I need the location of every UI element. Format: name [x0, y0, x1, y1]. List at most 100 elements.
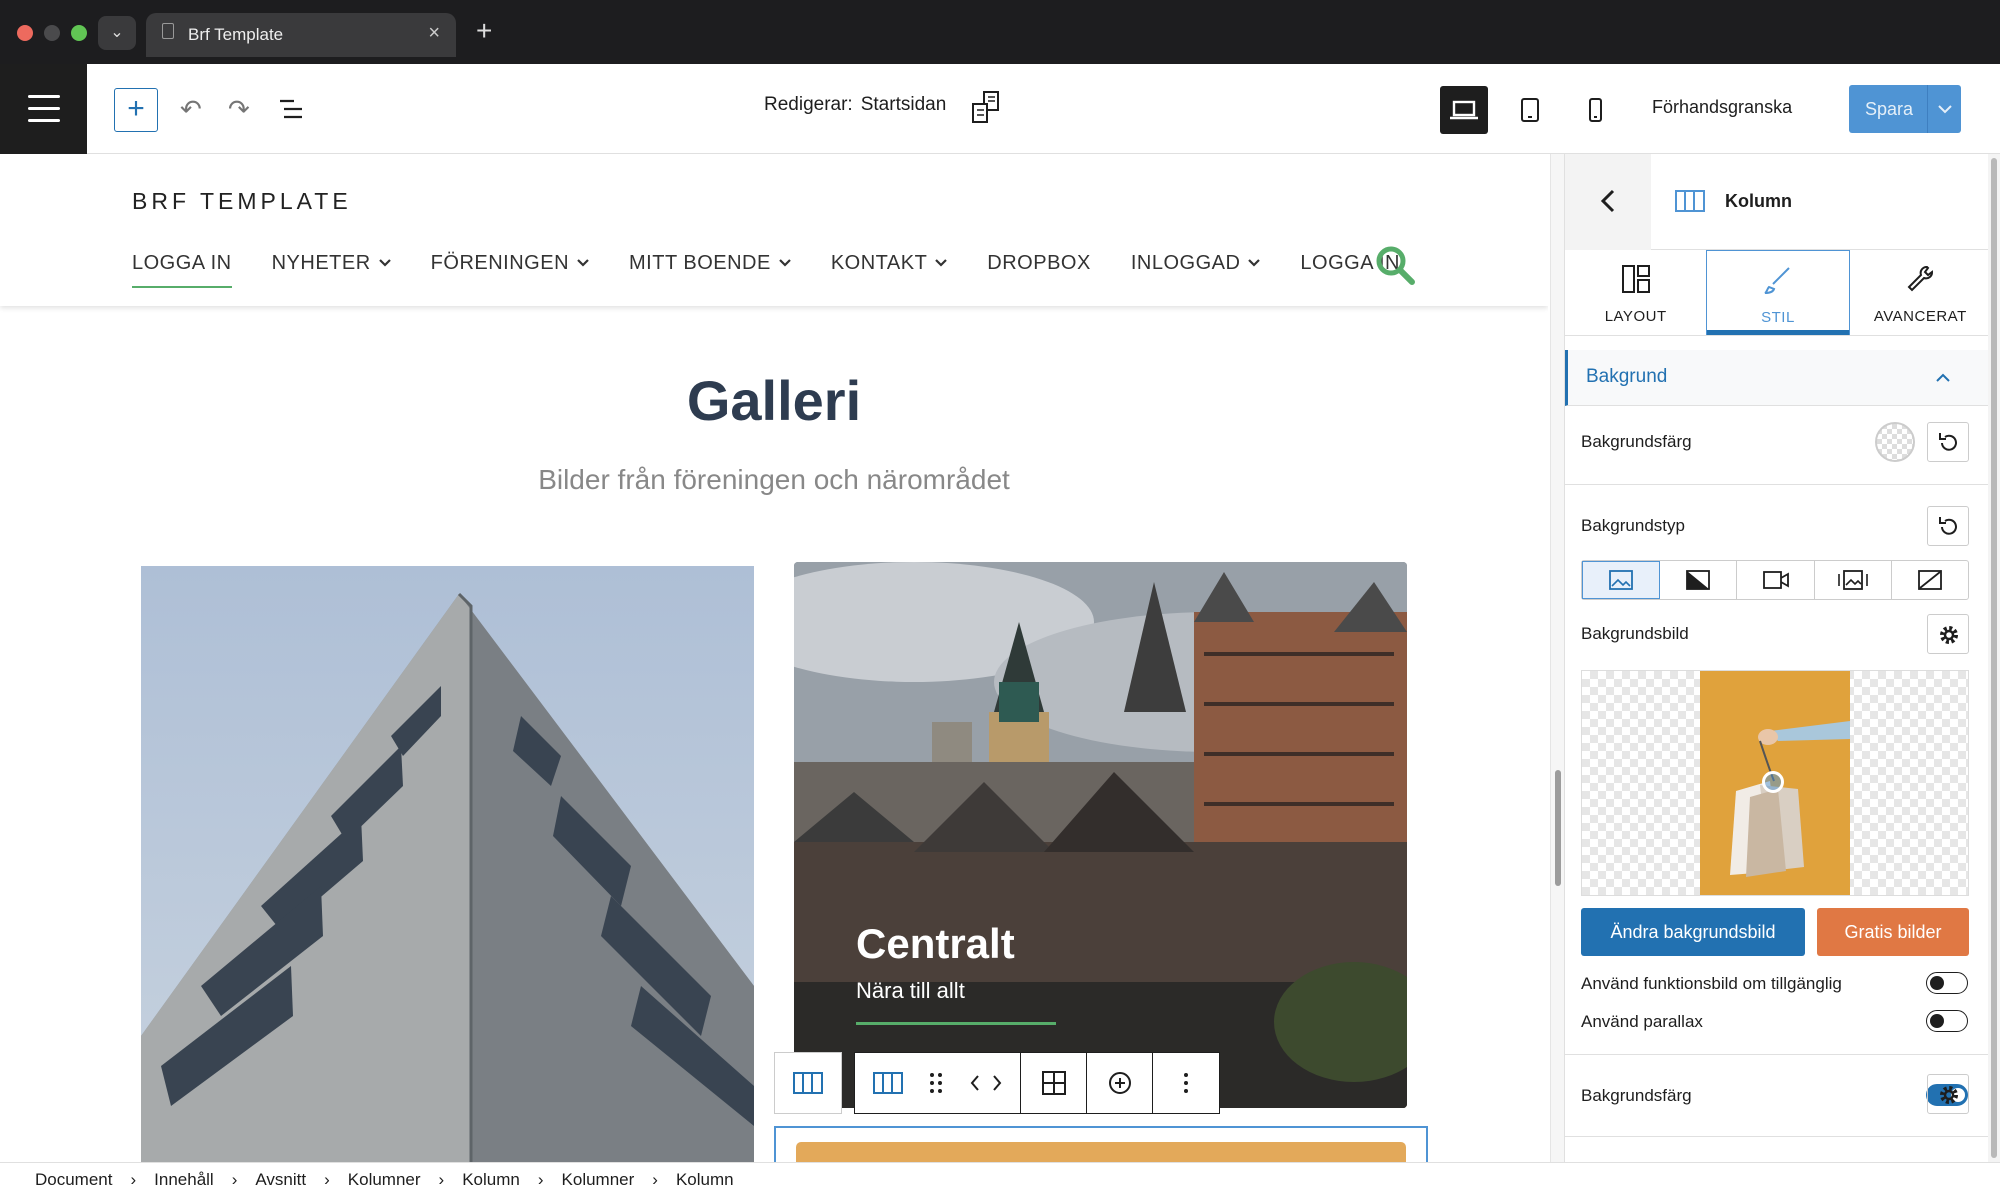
gallery-title[interactable]: Galleri: [0, 368, 1548, 433]
sidebar-scrollbar-thumb[interactable]: [1991, 158, 1997, 1158]
editing-page-name[interactable]: Startsidan: [861, 94, 947, 115]
more-options-button[interactable]: [1153, 1053, 1219, 1113]
nav-item[interactable]: LOGGA IN: [132, 252, 232, 288]
change-bg-image-button[interactable]: Ändra bakgrundsbild: [1581, 908, 1805, 956]
save-label: Spara: [1865, 99, 1914, 119]
chevron-down-icon: [577, 254, 589, 270]
bg-type-slideshow[interactable]: [1815, 561, 1892, 599]
preview-button[interactable]: Förhandsgranska: [1652, 97, 1792, 118]
block-controls-group: [854, 1052, 1220, 1114]
back-button[interactable]: [1565, 154, 1651, 250]
breadcrumb-item[interactable]: Kolumner: [348, 1170, 421, 1190]
use-featured-image-toggle[interactable]: [1926, 972, 1968, 994]
editor-canvas[interactable]: BRF TEMPLATE LOGGA IN NYHETER FÖRENINGEN MI…: [0, 154, 1548, 1162]
nav-item-label: LOGGA IN: [132, 252, 232, 274]
tab-list-button[interactable]: ⌄: [98, 16, 136, 50]
close-tab-icon[interactable]: ×: [428, 22, 440, 45]
list-view-icon[interactable]: [278, 98, 304, 120]
slideshow-icon: [1837, 570, 1868, 590]
nav-item[interactable]: KONTAKT: [831, 252, 948, 275]
tablet-icon: [1521, 98, 1539, 122]
breadcrumb-item[interactable]: Kolumn: [676, 1170, 734, 1190]
undo-icon[interactable]: ↶: [180, 92, 202, 126]
video-icon: [1762, 571, 1789, 589]
document-switch-icon[interactable]: [970, 90, 1002, 126]
drag-handle-icon[interactable]: [921, 1053, 951, 1113]
site-title[interactable]: BRF TEMPLATE: [132, 188, 352, 215]
use-parallax-label: Använd parallax: [1581, 1012, 1703, 1031]
mobile-view-button[interactable]: [1571, 86, 1619, 134]
nav-item[interactable]: INLOGGAD: [1131, 252, 1261, 275]
tab-style[interactable]: STIL: [1706, 250, 1850, 335]
breadcrumb-item[interactable]: Kolumn: [462, 1170, 520, 1190]
bg-type-image[interactable]: [1582, 561, 1661, 599]
move-left-right-button[interactable]: [951, 1053, 1021, 1113]
tablet-view-button[interactable]: [1506, 86, 1554, 134]
menu-button[interactable]: [0, 64, 87, 154]
editing-label: Redigerar:: [764, 94, 853, 115]
layout-button[interactable]: [1021, 1053, 1087, 1113]
save-options-button[interactable]: [1927, 85, 1961, 133]
chevron-left-right-icon: [970, 1075, 1001, 1091]
bg-type-video[interactable]: [1737, 561, 1815, 599]
card-title[interactable]: Centralt: [856, 920, 1015, 968]
divider: [1565, 1136, 1990, 1137]
city-photo: [794, 562, 1407, 1108]
use-parallax-toggle[interactable]: [1926, 1010, 1968, 1032]
bg-type-reset-button[interactable]: [1927, 506, 1969, 546]
close-window-button[interactable]: [17, 25, 33, 41]
gear-icon: [1940, 1086, 1958, 1104]
bg-color-swatch[interactable]: [1875, 422, 1915, 462]
sidebar-tabs: LAYOUT STIL AVANCERAT: [1565, 250, 1990, 336]
breadcrumb-item[interactable]: Innehåll: [154, 1170, 214, 1190]
grid-icon: [1041, 1071, 1066, 1095]
free-images-button[interactable]: Gratis bilder: [1817, 908, 1969, 956]
minimize-window-button[interactable]: [44, 25, 60, 41]
bg-color-overlay-settings-button[interactable]: [1927, 1074, 1969, 1114]
breadcrumb-item[interactable]: Kolumner: [562, 1170, 635, 1190]
bg-image-settings-button[interactable]: [1927, 614, 1969, 654]
tab-advanced[interactable]: AVANCERAT: [1850, 250, 1990, 335]
desktop-view-button[interactable]: [1440, 86, 1488, 134]
breadcrumb-item[interactable]: Document: [35, 1170, 112, 1190]
building-image[interactable]: [141, 566, 754, 1162]
brush-icon: [1764, 267, 1790, 294]
city-card[interactable]: Centralt Nära till allt: [794, 562, 1407, 1108]
bg-image-preview[interactable]: [1581, 670, 1969, 896]
tab-layout[interactable]: LAYOUT: [1565, 250, 1706, 335]
search-icon[interactable]: [1374, 244, 1416, 286]
bg-type-none[interactable]: [1892, 561, 1968, 599]
new-tab-button[interactable]: +: [476, 16, 492, 46]
sidebar-title: Kolumn: [1725, 191, 1792, 211]
scrollbar-thumb[interactable]: [1555, 770, 1561, 886]
block-type-button[interactable]: [855, 1053, 921, 1113]
bg-image-label: Bakgrundsbild: [1581, 624, 1689, 643]
browser-tab[interactable]: Brf Template ×: [146, 13, 456, 57]
select-parent-button[interactable]: [775, 1053, 841, 1113]
maximize-window-button[interactable]: [71, 25, 87, 41]
nav-item[interactable]: MITT BOENDE: [629, 252, 791, 275]
nav-item[interactable]: FÖRENINGEN: [431, 252, 589, 275]
save-button[interactable]: Spara: [1849, 85, 1961, 133]
nav-item[interactable]: DROPBOX: [987, 252, 1091, 275]
building-photo: [141, 566, 754, 1162]
gallery-subtitle[interactable]: Bilder från föreningen och närområdet: [0, 464, 1548, 496]
redo-icon[interactable]: ↷: [228, 92, 250, 126]
canvas-scrollbar[interactable]: [1550, 154, 1564, 1162]
site-header[interactable]: BRF TEMPLATE LOGGA IN NYHETER FÖRENINGEN MI…: [0, 154, 1548, 306]
nav-item[interactable]: NYHETER: [272, 252, 391, 275]
bg-type-gradient[interactable]: [1660, 561, 1738, 599]
selected-column-block[interactable]: [774, 1126, 1428, 1162]
sidebar-scrollbar[interactable]: [1988, 154, 2000, 1162]
add-block-button[interactable]: +: [114, 88, 158, 132]
divider: [1565, 484, 1990, 485]
insert-block-button[interactable]: [1087, 1053, 1153, 1113]
bg-color-reset-button[interactable]: [1927, 422, 1969, 462]
layout-icon: [1621, 265, 1650, 293]
block-breadcrumb: Document › Innehåll › Avsnitt › Kolumner › Kolum…: [0, 1162, 2000, 1196]
card-subtitle[interactable]: Nära till allt: [856, 978, 965, 1004]
breadcrumb-item[interactable]: Avsnitt: [255, 1170, 306, 1190]
chevron-down-icon: ⌄: [110, 24, 124, 41]
focal-point-handle[interactable]: [1762, 771, 1784, 793]
background-panel-header[interactable]: Bakgrund: [1565, 350, 1990, 406]
